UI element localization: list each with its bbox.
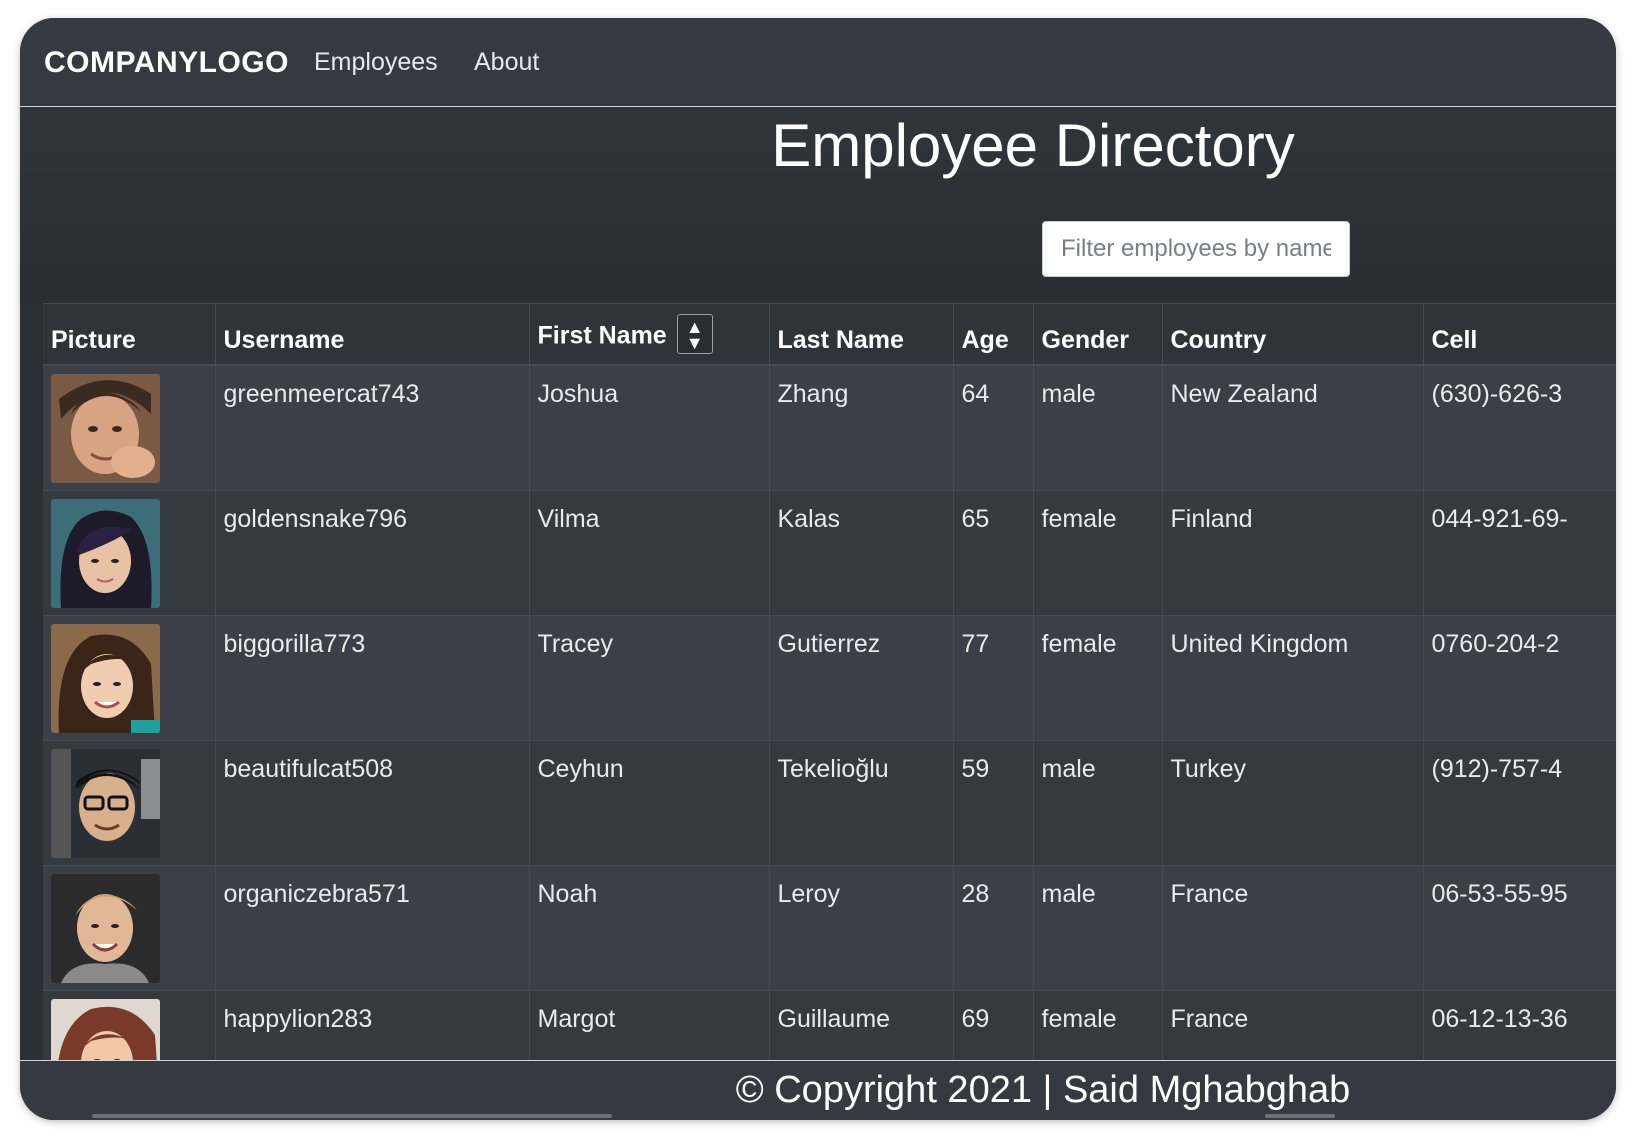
navbar: COMPANYLOGO Employees About <box>20 18 1616 107</box>
cell-country: France <box>1170 879 1249 908</box>
column-header-country: Country <box>1162 303 1424 366</box>
cell-gender: male <box>1041 879 1096 908</box>
column-header-cell: Cell <box>1423 303 1616 366</box>
copyright-text: © Copyright 2021 | Said Mghabghab <box>735 1069 1351 1111</box>
cell-gender: female <box>1041 629 1117 658</box>
search-input[interactable] <box>1042 221 1350 277</box>
cell-first-name: Ceyhun <box>537 754 624 783</box>
cell-gender: female <box>1041 504 1117 533</box>
cell-username: greenmeercat743 <box>223 380 420 408</box>
cell-first-name: Joshua <box>537 380 619 408</box>
avatar <box>51 873 160 983</box>
cell-age: 77 <box>961 629 990 658</box>
cell-country: New Zealand <box>1170 380 1318 408</box>
cell-phone: (630)-626-3 <box>1431 380 1563 408</box>
column-header-username: Username <box>215 303 530 366</box>
avatar <box>51 498 160 608</box>
cell-age: 64 <box>961 380 990 408</box>
nav-link-about[interactable]: About <box>474 48 539 77</box>
cell-gender: female <box>1041 1004 1117 1033</box>
cell-country: Finland <box>1170 504 1253 533</box>
cell-phone: (912)-757-4 <box>1431 754 1563 783</box>
table-row: goldensnake796 Vilma Kalas 65 female Fin… <box>43 490 1616 616</box>
avatar <box>51 374 160 483</box>
cell-phone: 06-12-13-36 <box>1431 1004 1568 1033</box>
cell-last-name: Kalas <box>777 504 841 533</box>
cell-first-name: Noah <box>537 879 598 908</box>
cell-username: biggorilla773 <box>223 629 366 658</box>
scrollbar-segment[interactable] <box>1265 1114 1335 1118</box>
avatar <box>51 748 160 858</box>
employee-table-container[interactable]: Picture Username First Name ▲ ▼ Last Name … <box>43 303 1616 1083</box>
table-header-row: Picture Username First Name ▲ ▼ Last Name … <box>43 303 1616 366</box>
nav-link-employees[interactable]: Employees <box>314 48 438 77</box>
cell-last-name: Tekelioğlu <box>777 754 889 783</box>
table-row: organiczebra571 Noah Leroy 28 male Franc… <box>43 865 1616 991</box>
company-logo[interactable]: COMPANYLOGO <box>44 46 289 80</box>
cell-country: Turkey <box>1170 754 1246 783</box>
cell-username: beautifulcat508 <box>223 754 394 783</box>
cell-last-name: Guillaume <box>777 1004 891 1033</box>
cell-username: organiczebra571 <box>223 879 410 908</box>
cell-gender: male <box>1041 380 1096 408</box>
cell-first-name: Vilma <box>537 504 600 533</box>
column-header-last-name: Last Name <box>769 303 954 366</box>
page-header: Employee Directory <box>20 107 1616 303</box>
cell-username: happylion283 <box>223 1004 373 1033</box>
sort-icon[interactable]: ▲ ▼ <box>676 314 713 354</box>
cell-first-name: Tracey <box>537 629 613 658</box>
page-title: Employee Directory <box>771 112 1295 179</box>
cell-age: 28 <box>961 879 990 908</box>
cell-phone: 0760-204-2 <box>1431 629 1560 658</box>
cell-age: 59 <box>961 754 990 783</box>
app-window: COMPANYLOGO Employees About Employee Dir… <box>20 18 1616 1120</box>
cell-last-name: Zhang <box>777 380 849 408</box>
cell-username: goldensnake796 <box>223 504 408 533</box>
column-header-first-name: First Name ▲ ▼ <box>529 303 770 366</box>
cell-age: 69 <box>961 1004 990 1033</box>
table-row: biggorilla773 Tracey Gutierrez 77 female… <box>43 615 1616 741</box>
cell-gender: male <box>1041 754 1096 783</box>
cell-country: United Kingdom <box>1170 629 1349 658</box>
avatar <box>51 623 160 733</box>
cell-phone: 06-53-55-95 <box>1431 879 1568 908</box>
table-row: beautifulcat508 Ceyhun Tekelioğlu 59 mal… <box>43 740 1616 866</box>
cell-first-name: Margot <box>537 1004 616 1033</box>
employee-table: Picture Username First Name ▲ ▼ Last Name … <box>43 303 1616 1083</box>
cell-last-name: Gutierrez <box>777 629 881 658</box>
column-header-age: Age <box>953 303 1034 366</box>
table-row: greenmeercat743 Joshua Zhang 64 male New… <box>43 365 1616 491</box>
cell-last-name: Leroy <box>777 879 841 908</box>
horizontal-scrollbar[interactable] <box>92 1114 612 1118</box>
column-header-gender: Gender <box>1033 303 1163 366</box>
first-name-header-label: First Name <box>537 321 667 350</box>
cell-country: France <box>1170 1004 1249 1033</box>
footer: © Copyright 2021 | Said Mghabghab <box>20 1060 1616 1120</box>
column-header-picture: Picture <box>43 303 216 366</box>
cell-age: 65 <box>961 504 990 533</box>
cell-phone: 044-921-69- <box>1431 504 1568 533</box>
